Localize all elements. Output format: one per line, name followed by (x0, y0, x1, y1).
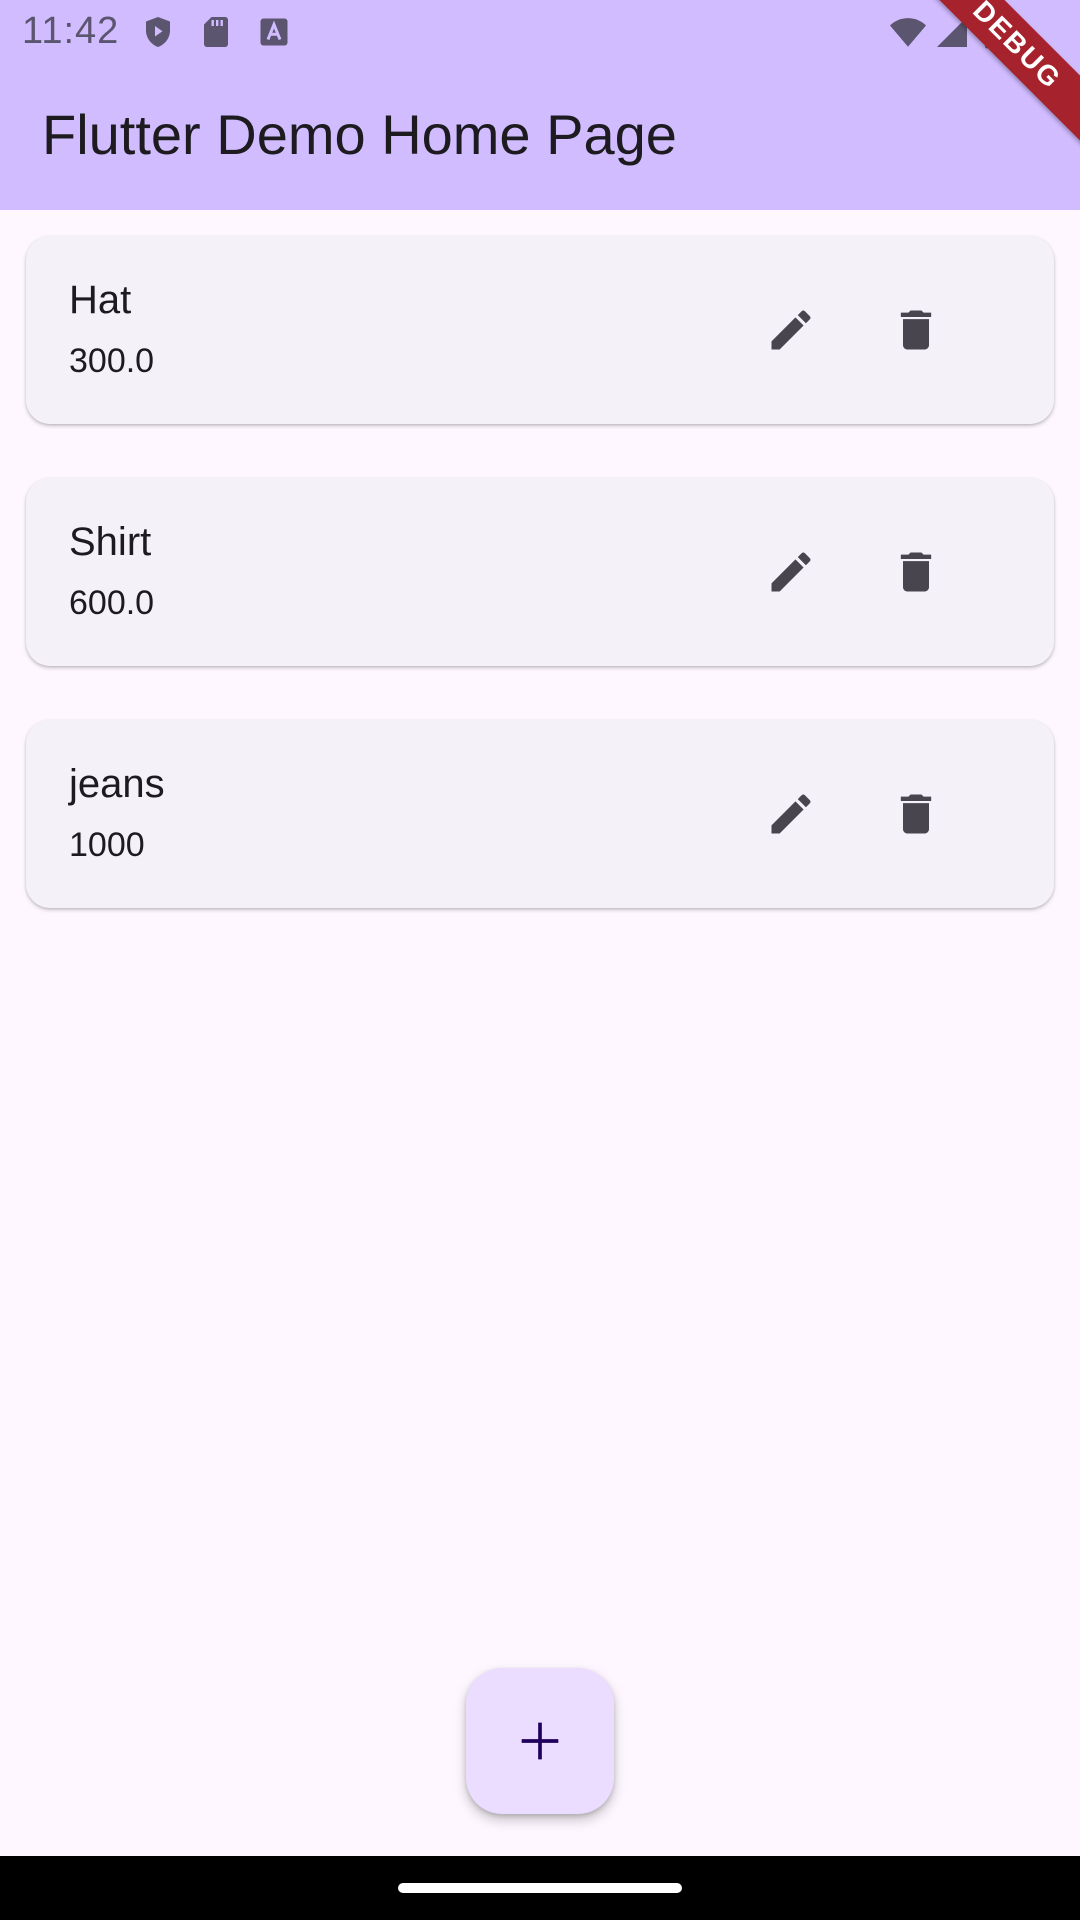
item-price: 300.0 (69, 342, 155, 380)
trash-icon (900, 310, 932, 350)
item-name: jeans (69, 762, 165, 806)
app-bar: Flutter Demo Home Page (0, 64, 1080, 210)
edit-button[interactable] (741, 280, 841, 380)
pencil-icon (771, 552, 811, 592)
item-name: Shirt (69, 520, 152, 564)
page-title: Flutter Demo Home Page (42, 103, 677, 166)
edit-button[interactable] (741, 522, 841, 622)
delete-button[interactable] (866, 764, 966, 864)
sd-card-icon (198, 14, 234, 50)
list-item: Hat 300.0 (26, 236, 1054, 424)
trash-icon (900, 794, 932, 834)
pencil-icon (771, 794, 811, 834)
item-list: Hat 300.0 Shirt 600.0 jeans 1000 (26, 236, 1054, 962)
status-bar: 11:42 (0, 0, 1080, 64)
font-a-icon (256, 14, 292, 50)
list-item: jeans 1000 (26, 720, 1054, 908)
shield-play-icon (140, 14, 176, 50)
delete-button[interactable] (866, 280, 966, 380)
pencil-icon (771, 310, 811, 350)
home-indicator[interactable] (398, 1883, 682, 1893)
item-name: Hat (69, 278, 132, 322)
delete-button[interactable] (866, 522, 966, 622)
item-price: 1000 (69, 826, 145, 864)
trash-icon (900, 552, 932, 592)
add-item-button[interactable] (466, 1668, 614, 1814)
screen: 11:42 Flutter Demo Home Page DEBUG Hat 3… (0, 0, 1080, 1920)
edit-button[interactable] (741, 764, 841, 864)
item-price: 600.0 (69, 584, 155, 622)
list-item: Shirt 600.0 (26, 478, 1054, 666)
wifi-icon (888, 14, 928, 50)
status-time: 11:42 (22, 10, 120, 52)
plus-icon (521, 1722, 559, 1760)
